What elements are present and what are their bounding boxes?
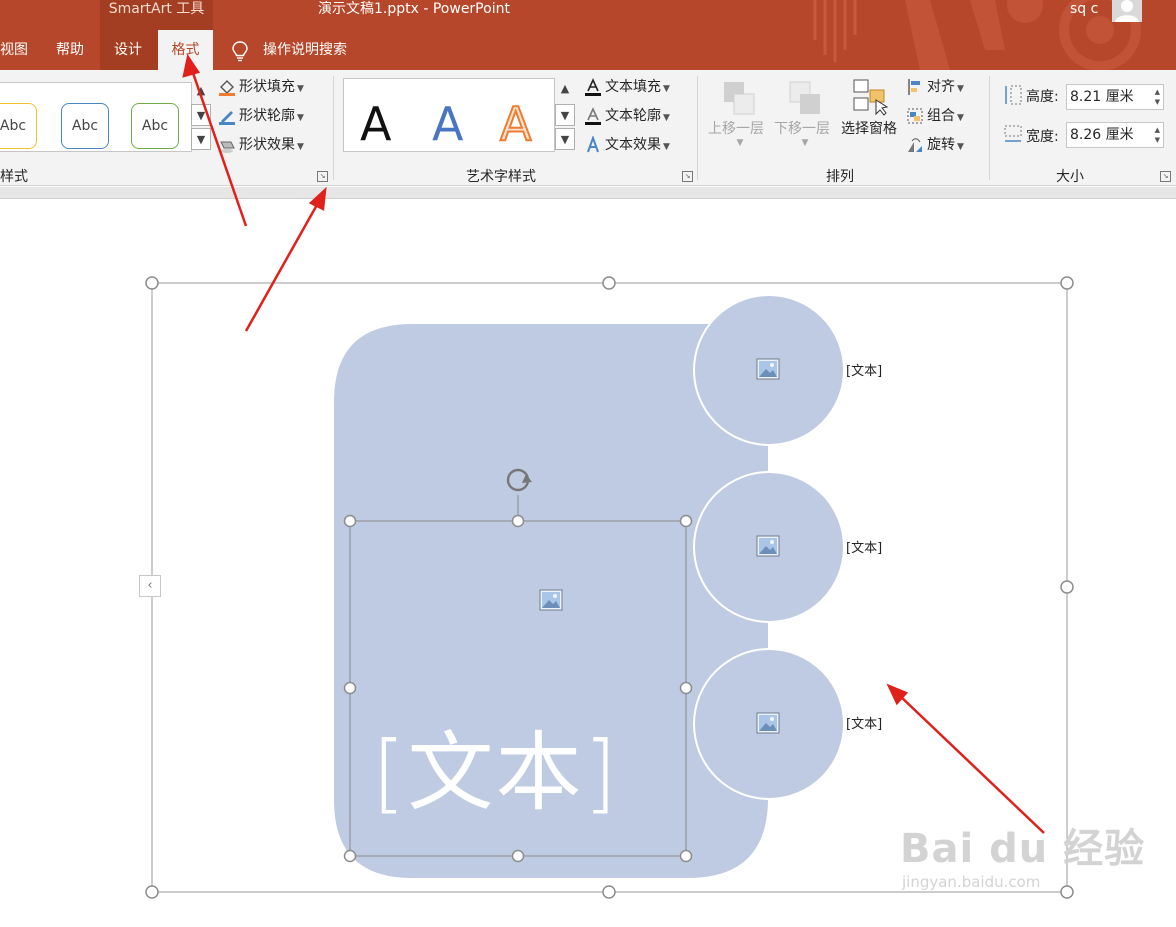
text-pane-toggle-button[interactable]: ‹ xyxy=(139,575,161,597)
picture-placeholder-icon[interactable] xyxy=(756,712,780,734)
node-text-3[interactable]: [文本] xyxy=(846,713,882,732)
picture-placeholder-icon[interactable] xyxy=(539,589,563,611)
picture-placeholder-icon[interactable] xyxy=(756,535,780,557)
main-text-placeholder[interactable]: [文本] xyxy=(372,718,619,828)
powerpoint-window: SmartArt 工具 演示文稿1.pptx - PowerPoint sq c… xyxy=(0,0,1176,927)
picture-placeholder-icon[interactable] xyxy=(756,358,780,380)
node-text-2[interactable]: [文本] xyxy=(846,537,882,556)
watermark-sub: jingyan.baidu.com xyxy=(902,873,1041,891)
node-text-1[interactable]: [文本] xyxy=(846,360,882,379)
watermark-main: Bai du 经验 xyxy=(900,826,1146,872)
